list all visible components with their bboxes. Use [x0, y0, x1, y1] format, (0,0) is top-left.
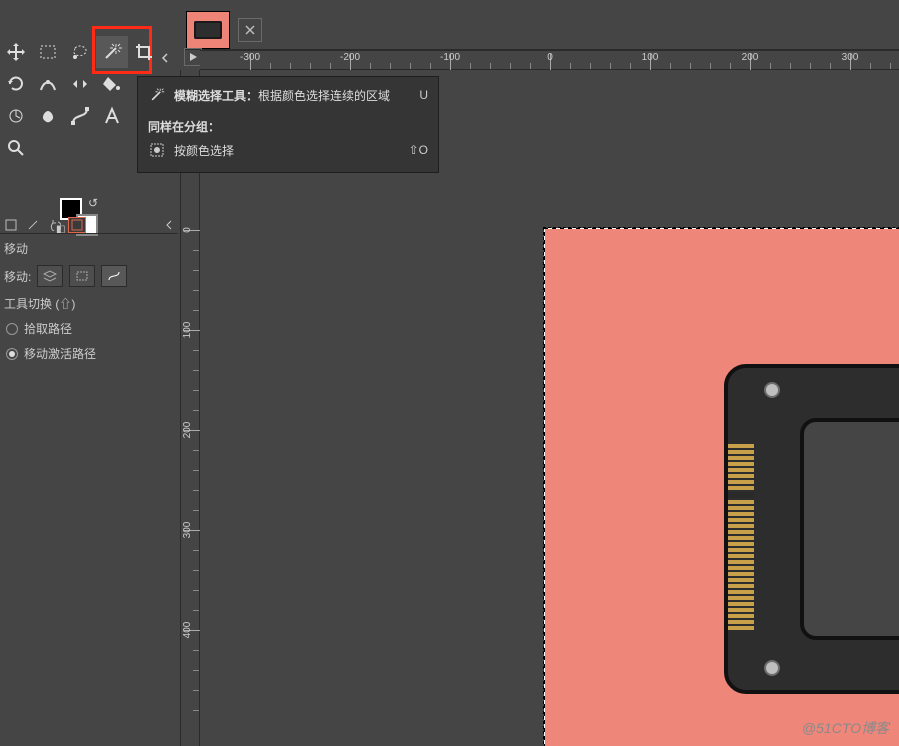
lasso-icon [70, 42, 90, 62]
close-tab-button[interactable] [238, 18, 262, 42]
move-mode-layer[interactable] [37, 265, 63, 287]
tooltip-alt-shortcut: ⇧O [409, 143, 428, 157]
rect-select-icon [38, 42, 58, 62]
move-mode-selection[interactable] [69, 265, 95, 287]
tooltip-tool-name: 模糊选择工具：根据颜色选择连续的区域 [174, 87, 390, 104]
chevron-left-icon [164, 220, 174, 230]
tooltip-alt-tool: 按颜色选择 [174, 142, 234, 159]
path-tool[interactable] [64, 100, 96, 132]
move-tool[interactable] [0, 36, 32, 68]
measure-icon [6, 106, 26, 126]
flip-icon [70, 74, 90, 94]
undo-icon [49, 219, 61, 231]
radio-icon [6, 348, 18, 360]
smudge-tool[interactable] [32, 100, 64, 132]
bucket-icon [102, 74, 122, 94]
bucket-tool[interactable] [96, 68, 128, 100]
move-mode-path[interactable] [101, 265, 127, 287]
selection-icon [75, 270, 89, 282]
rect-select-tool[interactable] [32, 36, 64, 68]
path-icon [70, 106, 90, 126]
warp-icon [38, 74, 58, 94]
close-icon [245, 25, 255, 35]
dock-tab-tool-options[interactable] [2, 217, 20, 233]
tool-tooltip: 模糊选择工具：根据颜色选择连续的区域 U 同样在分组： 按颜色选择 ⇧O [137, 76, 439, 173]
warp-tool[interactable] [32, 68, 64, 100]
ssd-illustration: ·· [724, 364, 899, 694]
brush-icon [27, 219, 39, 231]
magic-wand-icon [148, 86, 166, 104]
select-by-color-icon [148, 141, 166, 159]
measure-tool[interactable] [0, 100, 32, 132]
layer-icon [43, 270, 57, 282]
radio-icon [6, 323, 18, 335]
wrench-icon [5, 219, 17, 231]
fuzzy-select-tool[interactable] [96, 36, 128, 68]
image-icon [71, 219, 83, 231]
image-on-canvas[interactable]: ·· [544, 228, 899, 746]
thumbnail-icon [194, 21, 222, 39]
tool-options-panel: 移动 移动: 工具切换 (⇧) 拾取路径 移动激活路径 [0, 236, 178, 366]
move-label: 移动: [4, 268, 31, 285]
image-tab-strip [184, 10, 899, 50]
rotate-icon [6, 74, 26, 94]
text-tool[interactable] [96, 100, 128, 132]
path-small-icon [107, 270, 121, 282]
radio-label: 移动激活路径 [24, 345, 96, 362]
flip-tool[interactable] [64, 68, 96, 100]
tooltip-group-title: 同样在分组： [148, 118, 220, 135]
image-thumbnail-tab[interactable] [186, 11, 230, 49]
toolbox: ↺ ◧ [0, 36, 160, 164]
play-icon [188, 52, 198, 62]
horizontal-ruler[interactable]: -300-200-1000100200300 [200, 50, 899, 70]
dockable-tabs [0, 216, 178, 234]
crop-tool[interactable] [128, 36, 160, 68]
text-icon [102, 106, 122, 126]
panel-title: 移动 [0, 236, 178, 261]
free-select-tool[interactable] [64, 36, 96, 68]
magic-wand-icon [102, 42, 122, 62]
smudge-icon [38, 106, 58, 126]
watermark: @51CTO博客 [802, 718, 889, 738]
swap-colors-button[interactable]: ↺ [88, 196, 98, 210]
dock-tab-undo[interactable] [46, 217, 64, 233]
move-icon [6, 42, 26, 62]
radio-label: 拾取路径 [24, 320, 72, 337]
dock-tab-device[interactable] [24, 217, 42, 233]
tooltip-shortcut: U [419, 88, 428, 102]
tool-switch-title: 工具切换 (⇧) [0, 291, 178, 316]
zoom-tool[interactable] [0, 132, 32, 164]
rotate-tool[interactable] [0, 68, 32, 100]
zoom-icon [6, 138, 26, 158]
dock-tab-images[interactable] [68, 217, 86, 233]
connector-pins [728, 444, 754, 632]
dock-overflow-button[interactable] [164, 219, 174, 233]
crop-icon [134, 42, 154, 62]
radio-move-active-path[interactable]: 移动激活路径 [0, 341, 178, 366]
chevron-left-icon [160, 53, 170, 63]
radio-pick-path[interactable]: 拾取路径 [0, 316, 178, 341]
